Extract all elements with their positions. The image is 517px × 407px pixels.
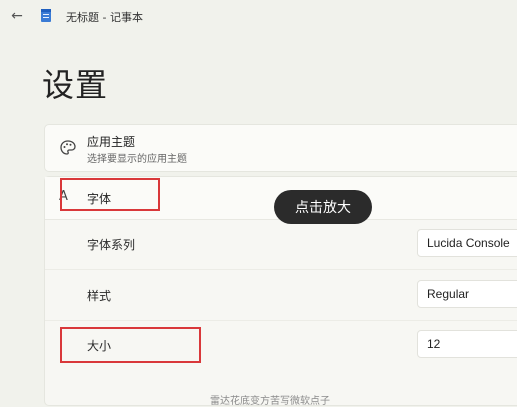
- font-family-dropdown[interactable]: Lucida Console: [417, 229, 517, 257]
- font-family-row: 字体系列 Lucida Console: [45, 219, 517, 270]
- font-style-row: 样式 Regular: [45, 270, 517, 321]
- zoom-tooltip-label: 点击放大: [295, 200, 351, 216]
- page-title: 设置: [42, 66, 109, 104]
- font-family-label: 字体系列: [87, 238, 136, 252]
- font-style-dropdown[interactable]: Regular: [417, 280, 517, 308]
- font-size-dropdown[interactable]: 12: [417, 330, 517, 358]
- size-highlight-box: [60, 327, 201, 363]
- window-title: 无标题 - 记事本: [66, 11, 143, 24]
- back-button[interactable]: ←: [8, 7, 26, 25]
- notepad-app-icon: [41, 9, 51, 22]
- app-theme-subtitle: 选择要显示的应用主题: [87, 154, 187, 165]
- palette-icon: [60, 140, 76, 155]
- title-bar: ← 无标题 - 记事本: [0, 0, 517, 34]
- font-highlight-box: [60, 178, 160, 211]
- font-style-label: 样式: [87, 289, 112, 303]
- app-theme-title: 应用主题: [87, 135, 136, 149]
- app-theme-setting[interactable]: 应用主题 选择要显示的应用主题: [44, 124, 517, 172]
- zoom-tooltip[interactable]: 点击放大: [274, 190, 372, 224]
- footer-partial-text: 雷达花底变方苦写微软点子: [210, 396, 330, 407]
- back-arrow-icon: ←: [11, 8, 23, 24]
